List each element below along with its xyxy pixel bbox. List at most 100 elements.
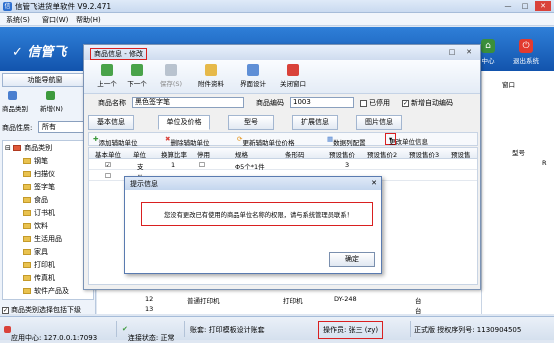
dialog-maximize-button[interactable]: □ — [444, 47, 460, 57]
folder-icon — [23, 197, 31, 203]
folder-icon — [23, 288, 31, 294]
disabled-cell[interactable]: ☐ — [199, 161, 205, 169]
menu-system[interactable]: 系统(S) — [6, 15, 30, 25]
window-titlebar: 信 信管飞进货单软件 V9.2.471 — □ ✕ — [0, 0, 554, 13]
account-status: 账套: 打印模板设计账套 — [190, 326, 265, 334]
dialog-close-button[interactable]: ✕ — [461, 47, 477, 57]
tab-unit-price[interactable]: 单位及价格 — [158, 115, 210, 130]
tab-image-info[interactable]: 图片信息 — [356, 115, 402, 130]
delete-aux-unit-button[interactable]: ✖ 删除辅助单位 — [165, 135, 209, 147]
menu-window[interactable]: 窗口(W) — [42, 15, 68, 25]
close-window-button[interactable]: 关闭窗口 — [274, 64, 312, 92]
column-header: 基本单位 — [95, 151, 121, 159]
column-header: 换算比率 — [161, 151, 187, 159]
tree-item[interactable]: 生活用品 — [23, 234, 62, 244]
update-aux-price-button[interactable]: ⟳ 更新辅助单位价格 — [237, 135, 294, 147]
close-icon — [287, 64, 299, 76]
tab-extended-info[interactable]: 扩展信息 — [292, 115, 338, 130]
message-title: 提示信息 — [130, 180, 158, 188]
add-aux-unit-button[interactable]: ✚ 添加辅助单位 — [93, 135, 137, 147]
tree-root[interactable]: ⊟ 商品类别 — [5, 143, 52, 153]
message-close-button[interactable]: ✕ — [371, 179, 377, 187]
window-title: 信管飞进货单软件 V9.2.471 — [15, 2, 112, 11]
tree-item[interactable]: 家具 — [23, 247, 48, 257]
menu-help[interactable]: 帮助(H) — [76, 15, 101, 25]
layout-design-button[interactable]: 界面设计 — [234, 64, 272, 92]
message-text-box: 您没有更改已有使用的商品单位名称的权限，请与系统管理员联系！ — [141, 202, 373, 226]
tree-item[interactable]: 钢笔 — [23, 156, 48, 166]
folder-icon — [23, 210, 31, 216]
folder-icon — [23, 171, 31, 177]
background-grid-right: 窗口 型号 R — [481, 71, 554, 314]
base-unit-checkbox[interactable]: ☑ — [105, 161, 111, 169]
tree-item[interactable]: 打印机 — [23, 260, 55, 270]
server-icon — [4, 325, 11, 333]
disabled-checkbox[interactable]: 已停用 — [360, 98, 390, 108]
folder-icon — [23, 249, 31, 255]
home-icon: ⌂ — [481, 39, 495, 53]
attachment-button[interactable]: 附件资料 — [192, 64, 230, 92]
background-col-r: R — [542, 159, 547, 167]
include-subcategory-checkbox[interactable]: ✓ 商品类别选择包括下级 — [2, 305, 81, 315]
goods-nature-label: 商品性质: — [2, 124, 33, 132]
change-unit-info-button[interactable]: 更改单位信息 ▾ — [385, 133, 428, 146]
unit-cell[interactable]: 支 — [137, 161, 144, 171]
menu-bar: 系统(S) 窗口(W) 帮助(H) — [0, 13, 554, 26]
add-button[interactable] — [46, 91, 55, 102]
status-bar: 应用中心: 127.0.0.1:7093 ✔ 连接状态: 正常 账套: 打印模板… — [0, 316, 554, 342]
checkbox-icon — [360, 99, 367, 107]
minimize-button[interactable]: — — [500, 1, 516, 11]
tree-item[interactable]: 软件产品及 — [23, 286, 69, 296]
tab-basic-info[interactable]: 基本信息 — [88, 115, 134, 130]
folder-icon — [23, 158, 31, 164]
exit-system-button[interactable]: ⏻ 退出系统 — [508, 39, 544, 69]
tree-item[interactable]: 传真机 — [23, 273, 55, 283]
tree-item[interactable]: 饮料 — [23, 221, 48, 231]
license-status: 正式版 授权序列号: 1130904505 — [414, 326, 522, 334]
price-cell[interactable]: 3 — [345, 161, 349, 169]
maximize-button[interactable]: □ — [517, 1, 533, 11]
tree-item[interactable]: 食品 — [23, 195, 48, 205]
add-label[interactable]: 新增(N) — [40, 103, 63, 113]
column-header: 条形码 — [285, 151, 305, 159]
base-unit-checkbox[interactable]: ☐ — [105, 172, 111, 180]
message-titlebar: 提示信息 ✕ — [125, 177, 381, 190]
folder-icon — [23, 275, 31, 281]
category-label[interactable]: 商品类别 — [2, 103, 28, 113]
goods-code-input[interactable]: 1003 — [290, 97, 354, 108]
arrow-right-icon — [131, 64, 143, 76]
table-row[interactable]: ☑ 支 1 ☐ Φ5个*1件 3 — [89, 160, 477, 171]
goods-code-label: 商品编码 — [256, 99, 284, 107]
design-icon — [247, 64, 259, 76]
tree-item[interactable]: 签字笔 — [23, 182, 55, 192]
bg-cell: 台 — [415, 307, 422, 315]
next-button[interactable]: 下一个 — [118, 64, 156, 92]
checkbox-icon: ✓ — [2, 306, 9, 314]
bg-cell: 台 — [415, 297, 422, 305]
tree-item[interactable]: 订书机 — [23, 208, 55, 218]
save-button[interactable]: 保存(S) — [152, 64, 190, 92]
goods-name-input[interactable]: 黑色签字笔 — [132, 97, 244, 108]
column-header: 单位 — [133, 151, 146, 159]
goods-name-label: 商品名称 — [98, 99, 126, 107]
column-header: 预设售 — [451, 151, 471, 159]
folder-icon — [23, 223, 31, 229]
arrow-left-icon — [101, 64, 113, 76]
tab-model[interactable]: 型号 — [228, 115, 274, 130]
app-center-status: 应用中心: 127.0.0.1:7093 — [4, 325, 97, 342]
paperclip-icon — [205, 64, 217, 76]
ratio-cell[interactable]: 1 — [171, 161, 175, 169]
column-config-button[interactable]: ▦ 数据列配置 — [327, 135, 366, 147]
ok-button[interactable]: 确定 — [329, 252, 375, 267]
column-header: 预设售价2 — [367, 151, 398, 159]
folder-icon — [23, 184, 31, 190]
check-circle-icon: ✔ — [122, 325, 128, 333]
category-button[interactable] — [8, 91, 17, 102]
add-icon — [46, 91, 55, 100]
tree-item[interactable]: 扫描仪 — [23, 169, 55, 179]
close-button[interactable]: ✕ — [535, 1, 551, 11]
function-nav-tab[interactable]: 功能导航窗 — [2, 73, 88, 87]
spec-cell[interactable]: Φ5个*1件 — [235, 161, 265, 171]
bg-cell: 13 — [145, 305, 154, 313]
auto-code-checkbox[interactable]: ✓ 新增自动编码 — [402, 98, 453, 108]
